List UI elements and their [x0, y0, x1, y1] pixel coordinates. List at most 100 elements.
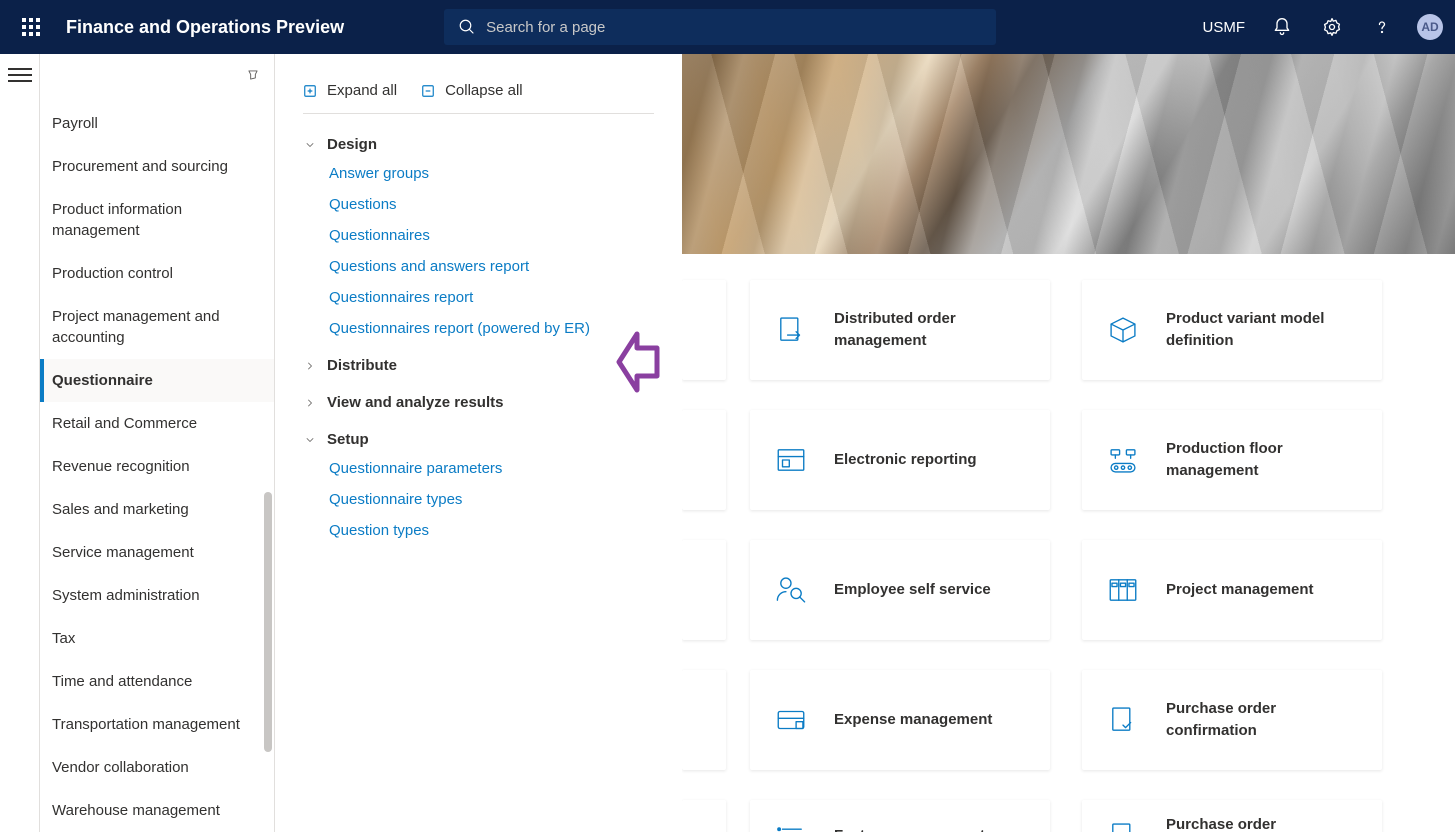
hamburger-button[interactable] — [8, 68, 32, 82]
card-electronic-reporting[interactable]: Electronic reporting — [750, 410, 1050, 510]
card-expense-management[interactable]: Expense management — [750, 670, 1050, 770]
search-input[interactable] — [486, 19, 982, 36]
card-label: Purchase order preparation — [1166, 814, 1360, 832]
section-distribute[interactable]: Distribute — [303, 347, 654, 384]
waffle-icon — [22, 18, 40, 36]
section-setup-label: Setup — [327, 431, 369, 448]
card-label: Distributed order management — [834, 308, 1028, 352]
sidebar-item-project[interactable]: Project management and accounting — [40, 295, 274, 359]
doc-arrow-icon — [772, 311, 810, 349]
expand-all-button[interactable]: Expand all — [303, 82, 397, 99]
sidebar-item-vendor[interactable]: Vendor collaboration — [40, 746, 274, 789]
sidebar: Payroll Procurement and sourcing Product… — [40, 54, 275, 832]
link-answer-groups[interactable]: Answer groups — [329, 165, 654, 182]
app-title: Finance and Operations Preview — [66, 17, 344, 38]
card-stub[interactable] — [682, 410, 726, 510]
card-po-confirmation[interactable]: Purchase order confirmation — [1082, 670, 1382, 770]
section-view[interactable]: View and analyze results — [303, 384, 654, 421]
card-project-management[interactable]: Project management — [1082, 540, 1382, 640]
section-design-label: Design — [327, 136, 377, 153]
section-view-label: View and analyze results — [327, 394, 503, 411]
link-questionnaire-types[interactable]: Questionnaire types — [329, 491, 654, 508]
card-label: Production floor management — [1166, 438, 1360, 482]
sidebar-item-service[interactable]: Service management — [40, 531, 274, 574]
flyout-panel: Expand all Collapse all Design Answer gr… — [275, 54, 682, 832]
settings-button[interactable] — [1309, 4, 1355, 50]
search-box[interactable] — [444, 9, 996, 45]
card-label: Product variant model definition — [1166, 308, 1360, 352]
nav-rail — [0, 54, 40, 832]
search-icon — [458, 18, 476, 36]
card-stub[interactable] — [682, 280, 726, 380]
sidebar-item-transportation[interactable]: Transportation management — [40, 703, 274, 746]
pin-icon — [246, 68, 260, 82]
notifications-button[interactable] — [1259, 4, 1305, 50]
link-question-types[interactable]: Question types — [329, 522, 654, 539]
scrollbar-thumb[interactable] — [264, 492, 272, 752]
person-search-icon — [772, 571, 810, 609]
collapse-all-label: Collapse all — [445, 82, 523, 99]
card-label: Employee self service — [834, 579, 991, 601]
sidebar-item-sales[interactable]: Sales and marketing — [40, 488, 274, 531]
avatar[interactable]: AD — [1417, 14, 1443, 40]
doc-clip-icon — [1104, 817, 1142, 832]
cube-icon — [1104, 311, 1142, 349]
link-questionnaires-report-er[interactable]: Questionnaires report (powered by ER) — [329, 320, 654, 337]
link-questionnaires[interactable]: Questionnaires — [329, 227, 654, 244]
gear-icon — [1322, 17, 1342, 37]
waffle-menu-button[interactable] — [8, 4, 54, 50]
sidebar-item-warehouse[interactable]: Warehouse management — [40, 789, 274, 832]
card-stub[interactable] — [682, 800, 726, 832]
pin-button[interactable] — [246, 68, 260, 85]
sidebar-item-tax[interactable]: Tax — [40, 617, 274, 660]
list-icon — [772, 817, 810, 832]
credit-card-icon — [772, 701, 810, 739]
card-product-variant[interactable]: Product variant model definition — [1082, 280, 1382, 380]
company-label[interactable]: USMF — [1193, 19, 1256, 36]
section-design[interactable]: Design — [303, 126, 654, 163]
help-button[interactable] — [1359, 4, 1405, 50]
question-icon — [1372, 17, 1392, 37]
bell-icon — [1272, 17, 1292, 37]
sidebar-item-product-info[interactable]: Product information management — [40, 188, 274, 252]
link-questionnaires-report[interactable]: Questionnaires report — [329, 289, 654, 306]
sidebar-item-revenue[interactable]: Revenue recognition — [40, 445, 274, 488]
expand-icon — [303, 84, 317, 98]
card-label: Electronic reporting — [834, 449, 977, 471]
card-label: Project management — [1166, 579, 1314, 601]
collapse-icon — [421, 84, 435, 98]
sidebar-item-production[interactable]: Production control — [40, 252, 274, 295]
card-label: Expense management — [834, 709, 992, 731]
main-content: Distributed order management Electronic … — [682, 54, 1455, 832]
doc-check-icon — [1104, 701, 1142, 739]
collapse-all-button[interactable]: Collapse all — [421, 82, 523, 99]
card-po-preparation[interactable]: Purchase order preparation — [1082, 800, 1382, 832]
card-stub[interactable] — [682, 670, 726, 770]
card-distributed-order[interactable]: Distributed order management — [750, 280, 1050, 380]
chevron-down-icon — [303, 139, 317, 151]
sidebar-item-time[interactable]: Time and attendance — [40, 660, 274, 703]
sidebar-item-retail[interactable]: Retail and Commerce — [40, 402, 274, 445]
machine-icon — [1104, 441, 1142, 479]
section-distribute-label: Distribute — [327, 357, 397, 374]
card-label: Feature management — [834, 825, 985, 832]
card-stub[interactable] — [682, 540, 726, 640]
header-right: USMF AD — [1193, 4, 1448, 50]
sidebar-item-questionnaire[interactable]: Questionnaire — [40, 359, 274, 402]
section-setup[interactable]: Setup — [303, 421, 654, 458]
chevron-down-icon — [303, 434, 317, 446]
sidebar-item-system[interactable]: System administration — [40, 574, 274, 617]
link-questions[interactable]: Questions — [329, 196, 654, 213]
browser-icon — [772, 441, 810, 479]
card-employee-self-service[interactable]: Employee self service — [750, 540, 1050, 640]
card-feature-management[interactable]: Feature management — [750, 800, 1050, 832]
app-header: Finance and Operations Preview USMF AD — [0, 0, 1455, 54]
link-questionnaire-parameters[interactable]: Questionnaire parameters — [329, 460, 654, 477]
chevron-right-icon — [303, 397, 317, 409]
sidebar-item-procurement[interactable]: Procurement and sourcing — [40, 145, 274, 188]
sidebar-item-payroll[interactable]: Payroll — [40, 102, 274, 145]
banner-image — [682, 54, 1455, 254]
card-label: Purchase order confirmation — [1166, 698, 1360, 742]
card-production-floor[interactable]: Production floor management — [1082, 410, 1382, 510]
link-qa-report[interactable]: Questions and answers report — [329, 258, 654, 275]
